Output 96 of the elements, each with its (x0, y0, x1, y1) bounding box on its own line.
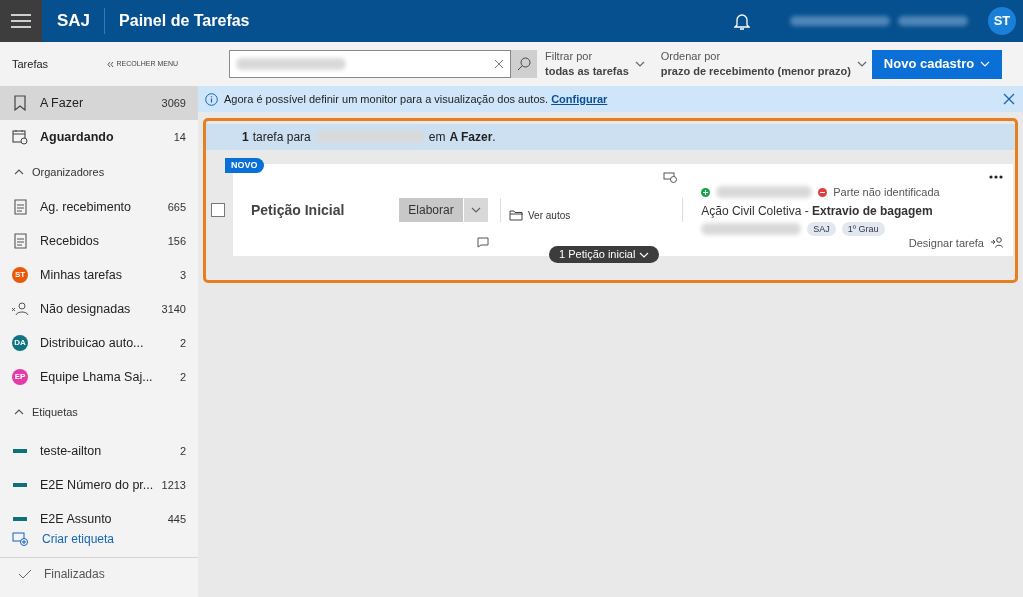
add-label-icon (12, 532, 28, 546)
sidebar-item-label: Minhas tarefas (40, 266, 123, 284)
avatar-badge: DA (12, 335, 28, 351)
finished-link[interactable]: Finalizadas (44, 564, 105, 583)
document-icon (13, 233, 27, 249)
chevron-icon (14, 169, 24, 175)
search-button[interactable] (511, 50, 537, 78)
item-count: 3140 (161, 301, 186, 317)
sidebar-item[interactable]: Ag. recebimento 665 (0, 190, 198, 224)
configure-link[interactable]: Configurar (551, 92, 608, 105)
menu-icon (11, 14, 31, 28)
bookmark-icon (13, 95, 27, 111)
sidebar-item[interactable]: teste-ailton 2 (0, 434, 198, 468)
caret-icon (471, 207, 481, 213)
summary-text: tarefa para (252, 129, 311, 146)
item-count: 445 (167, 511, 186, 527)
item-count: 665 (167, 199, 186, 215)
section-header[interactable]: Etiquetas (0, 394, 198, 430)
caret-icon (639, 251, 650, 258)
tag-chip: SAJ (807, 222, 836, 237)
assign-task-button[interactable]: Designar tarefa (908, 234, 1003, 251)
sidebar-item[interactable]: EP Equipe Lhama Saj... 2 (0, 360, 198, 394)
summary-folder: A Fazer. (449, 129, 496, 146)
bell-icon[interactable] (734, 11, 750, 31)
sidebar-item-label: Não designadas (40, 300, 132, 318)
view-case-link[interactable]: Ver autos (509, 207, 571, 223)
sidebar-item-label: Recebidos (40, 232, 101, 250)
tag-chip: 1º Grau (841, 222, 885, 237)
sidebar-item[interactable]: Aguardando 14 (0, 120, 198, 154)
sidebar-item-label: E2E Número do pr... (40, 476, 150, 494)
minus-circle-icon (818, 187, 828, 197)
sidebar-item-label: teste-ailton (40, 442, 103, 460)
clear-icon[interactable] (494, 59, 504, 69)
documents-label: 1 Petição inicial (559, 247, 636, 263)
caret-icon (856, 61, 867, 67)
item-count: 3069 (161, 95, 186, 111)
item-count: 3 (179, 267, 186, 283)
party-status: Parte não identificada (833, 184, 940, 200)
elaborate-button[interactable]: Elaborar (399, 198, 463, 222)
calendar-clock-icon (12, 129, 28, 145)
window-title: Painel de Tarefas (119, 11, 250, 31)
new-record-button[interactable]: Novo cadastro (872, 49, 1002, 79)
caret-icon (980, 61, 991, 67)
documents-pill[interactable]: 1 Petição inicial (549, 246, 660, 263)
case-class: Ação Civil Coletiva - Extravio de bagagem (701, 203, 934, 221)
item-count: 2 (179, 335, 186, 351)
sidebar-item[interactable]: E2E Número do pr... 1213 (0, 468, 198, 502)
double-chevron-icon (106, 60, 114, 68)
sidebar-item-label: Equipe Lhama Saj... (40, 368, 154, 386)
section-header[interactable]: Organizadores (0, 154, 198, 190)
sidebar-item-label: E2E Assunto (40, 510, 113, 528)
sidebar-item[interactable]: A Fazer 3069 (0, 86, 198, 120)
sort-dropdown[interactable]: Ordenar por prazo de recebimento (menor prazo) (660, 49, 867, 79)
monitor-add-icon[interactable] (663, 172, 677, 183)
folder-icon (509, 209, 524, 221)
sidebar-item[interactable]: Não designadas 3140 (0, 292, 198, 326)
task-checkbox[interactable] (211, 203, 225, 217)
new-badge: NOVO (225, 158, 264, 173)
document-icon (13, 199, 27, 215)
redacted-text (898, 16, 968, 26)
person-unassigned-icon (11, 302, 29, 316)
assign-person-icon (990, 237, 1003, 249)
more-icon[interactable] (989, 175, 1003, 179)
search-icon (517, 57, 531, 71)
avatar-badge: EP (12, 369, 28, 385)
sidebar-item[interactable]: ST Minhas tarefas 3 (0, 258, 198, 292)
check-icon (18, 568, 32, 579)
sidebar-item[interactable]: Recebidos 156 (0, 224, 198, 258)
item-count: 2 (179, 443, 186, 459)
item-count: 2 (179, 369, 186, 385)
info-message: Agora é possível definir um monitor para a visualização dos autos. Configurar (224, 91, 608, 107)
create-label-link[interactable]: Criar etiqueta (0, 530, 198, 548)
sidebar-item-label: Aguardando (40, 128, 115, 146)
menu-button[interactable] (0, 0, 42, 42)
item-count: 1213 (161, 477, 186, 493)
item-count: 14 (173, 129, 186, 145)
info-icon (205, 92, 218, 106)
comment-icon[interactable] (477, 237, 489, 248)
user-avatar[interactable]: ST (988, 7, 1016, 35)
caret-icon (634, 61, 645, 67)
summary-text: em (428, 129, 446, 146)
app-logo: SAJ (57, 8, 106, 34)
avatar-badge: ST (12, 267, 28, 283)
sidebar-item-label: A Fazer (40, 94, 85, 112)
filter-dropdown[interactable]: Filtrar por todas as tarefas (545, 49, 645, 79)
add-circle-icon (701, 187, 711, 197)
task-title: Petição Inicial (251, 200, 346, 220)
summary-count: 1 (242, 129, 249, 146)
item-count: 156 (167, 233, 186, 249)
chevron-icon (14, 409, 24, 415)
sidebar-item-label: Ag. recebimento (40, 198, 133, 216)
sidebar-title: Tarefas (12, 56, 49, 72)
sidebar-item[interactable]: DA Distribuicao auto... 2 (0, 326, 198, 360)
search-field[interactable] (229, 50, 511, 78)
sidebar-item-label: Distribuicao auto... (40, 334, 145, 352)
close-icon[interactable] (1003, 93, 1015, 105)
